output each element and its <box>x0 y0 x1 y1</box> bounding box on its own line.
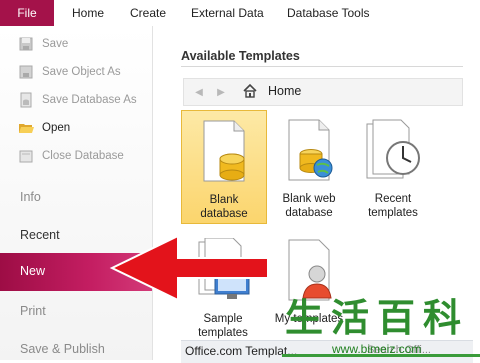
tab-home[interactable]: Home <box>72 0 104 26</box>
clock-icon <box>366 119 420 179</box>
nav-save-publish[interactable]: Save & Publish <box>20 342 105 356</box>
office-com-templates-label: Office.com Templat... <box>185 344 298 358</box>
ribbon: File Home Create External Data Database … <box>0 0 480 27</box>
watermark-characters: 生活百科 <box>284 296 461 340</box>
blank-web-database-caption: Blank web database <box>282 193 336 219</box>
open-command[interactable]: Open <box>18 118 70 138</box>
recent-templates-caption: Recent templates <box>368 193 418 219</box>
save-object-as-label: Save Object As <box>42 66 121 78</box>
tab-database-tools[interactable]: Database Tools <box>287 0 370 26</box>
backstage-nav: Save Save Object As Save Database As Ope… <box>0 26 153 360</box>
save-object-as-icon <box>19 65 33 79</box>
breadcrumb: ◀ ▶ Home <box>183 78 463 106</box>
close-database-label: Close Database <box>42 150 124 162</box>
save-object-as-command[interactable]: Save Object As <box>18 62 121 82</box>
title-divider <box>181 66 463 67</box>
template-blank-web-database[interactable]: Blank web database <box>267 110 351 222</box>
save-icon <box>19 37 33 51</box>
back-arrow-icon[interactable]: ◀ <box>192 85 206 99</box>
close-database-command[interactable]: Close Database <box>18 146 124 166</box>
save-label: Save <box>42 38 69 50</box>
blank-web-database-icon <box>288 119 333 181</box>
tab-create[interactable]: Create <box>130 0 166 26</box>
nav-recent[interactable]: Recent <box>20 228 60 242</box>
close-database-icon <box>19 150 33 163</box>
watermark: 生活百科 www.bimeiz.com <box>282 296 480 360</box>
blank-database-icon <box>203 120 245 182</box>
save-database-as-command[interactable]: Save Database As <box>18 90 137 110</box>
home-icon[interactable] <box>242 83 258 99</box>
breadcrumb-home-label[interactable]: Home <box>268 84 301 98</box>
tab-external-data[interactable]: External Data <box>191 0 264 26</box>
save-database-as-icon <box>20 92 32 108</box>
red-arrow-annotation <box>109 234 268 302</box>
person-icon <box>288 239 332 301</box>
watermark-url: www.bimeiz.com <box>332 342 422 356</box>
nav-print[interactable]: Print <box>20 304 46 318</box>
open-folder-icon <box>19 124 34 133</box>
nav-new-label: New <box>20 264 46 278</box>
nav-info[interactable]: Info <box>20 190 41 204</box>
file-tab[interactable]: File <box>0 0 54 26</box>
available-templates-title: Available Templates <box>181 49 300 63</box>
template-blank-database[interactable]: Blank database <box>181 110 267 224</box>
template-recent-templates[interactable]: Recent templates <box>351 110 435 222</box>
save-database-as-label: Save Database As <box>42 94 137 106</box>
forward-arrow-icon[interactable]: ▶ <box>214 85 228 99</box>
open-label: Open <box>42 122 71 134</box>
sample-templates-caption: Sample templates <box>198 313 248 339</box>
save-command[interactable]: Save <box>18 34 68 54</box>
blank-database-caption: Blank database <box>200 194 248 220</box>
